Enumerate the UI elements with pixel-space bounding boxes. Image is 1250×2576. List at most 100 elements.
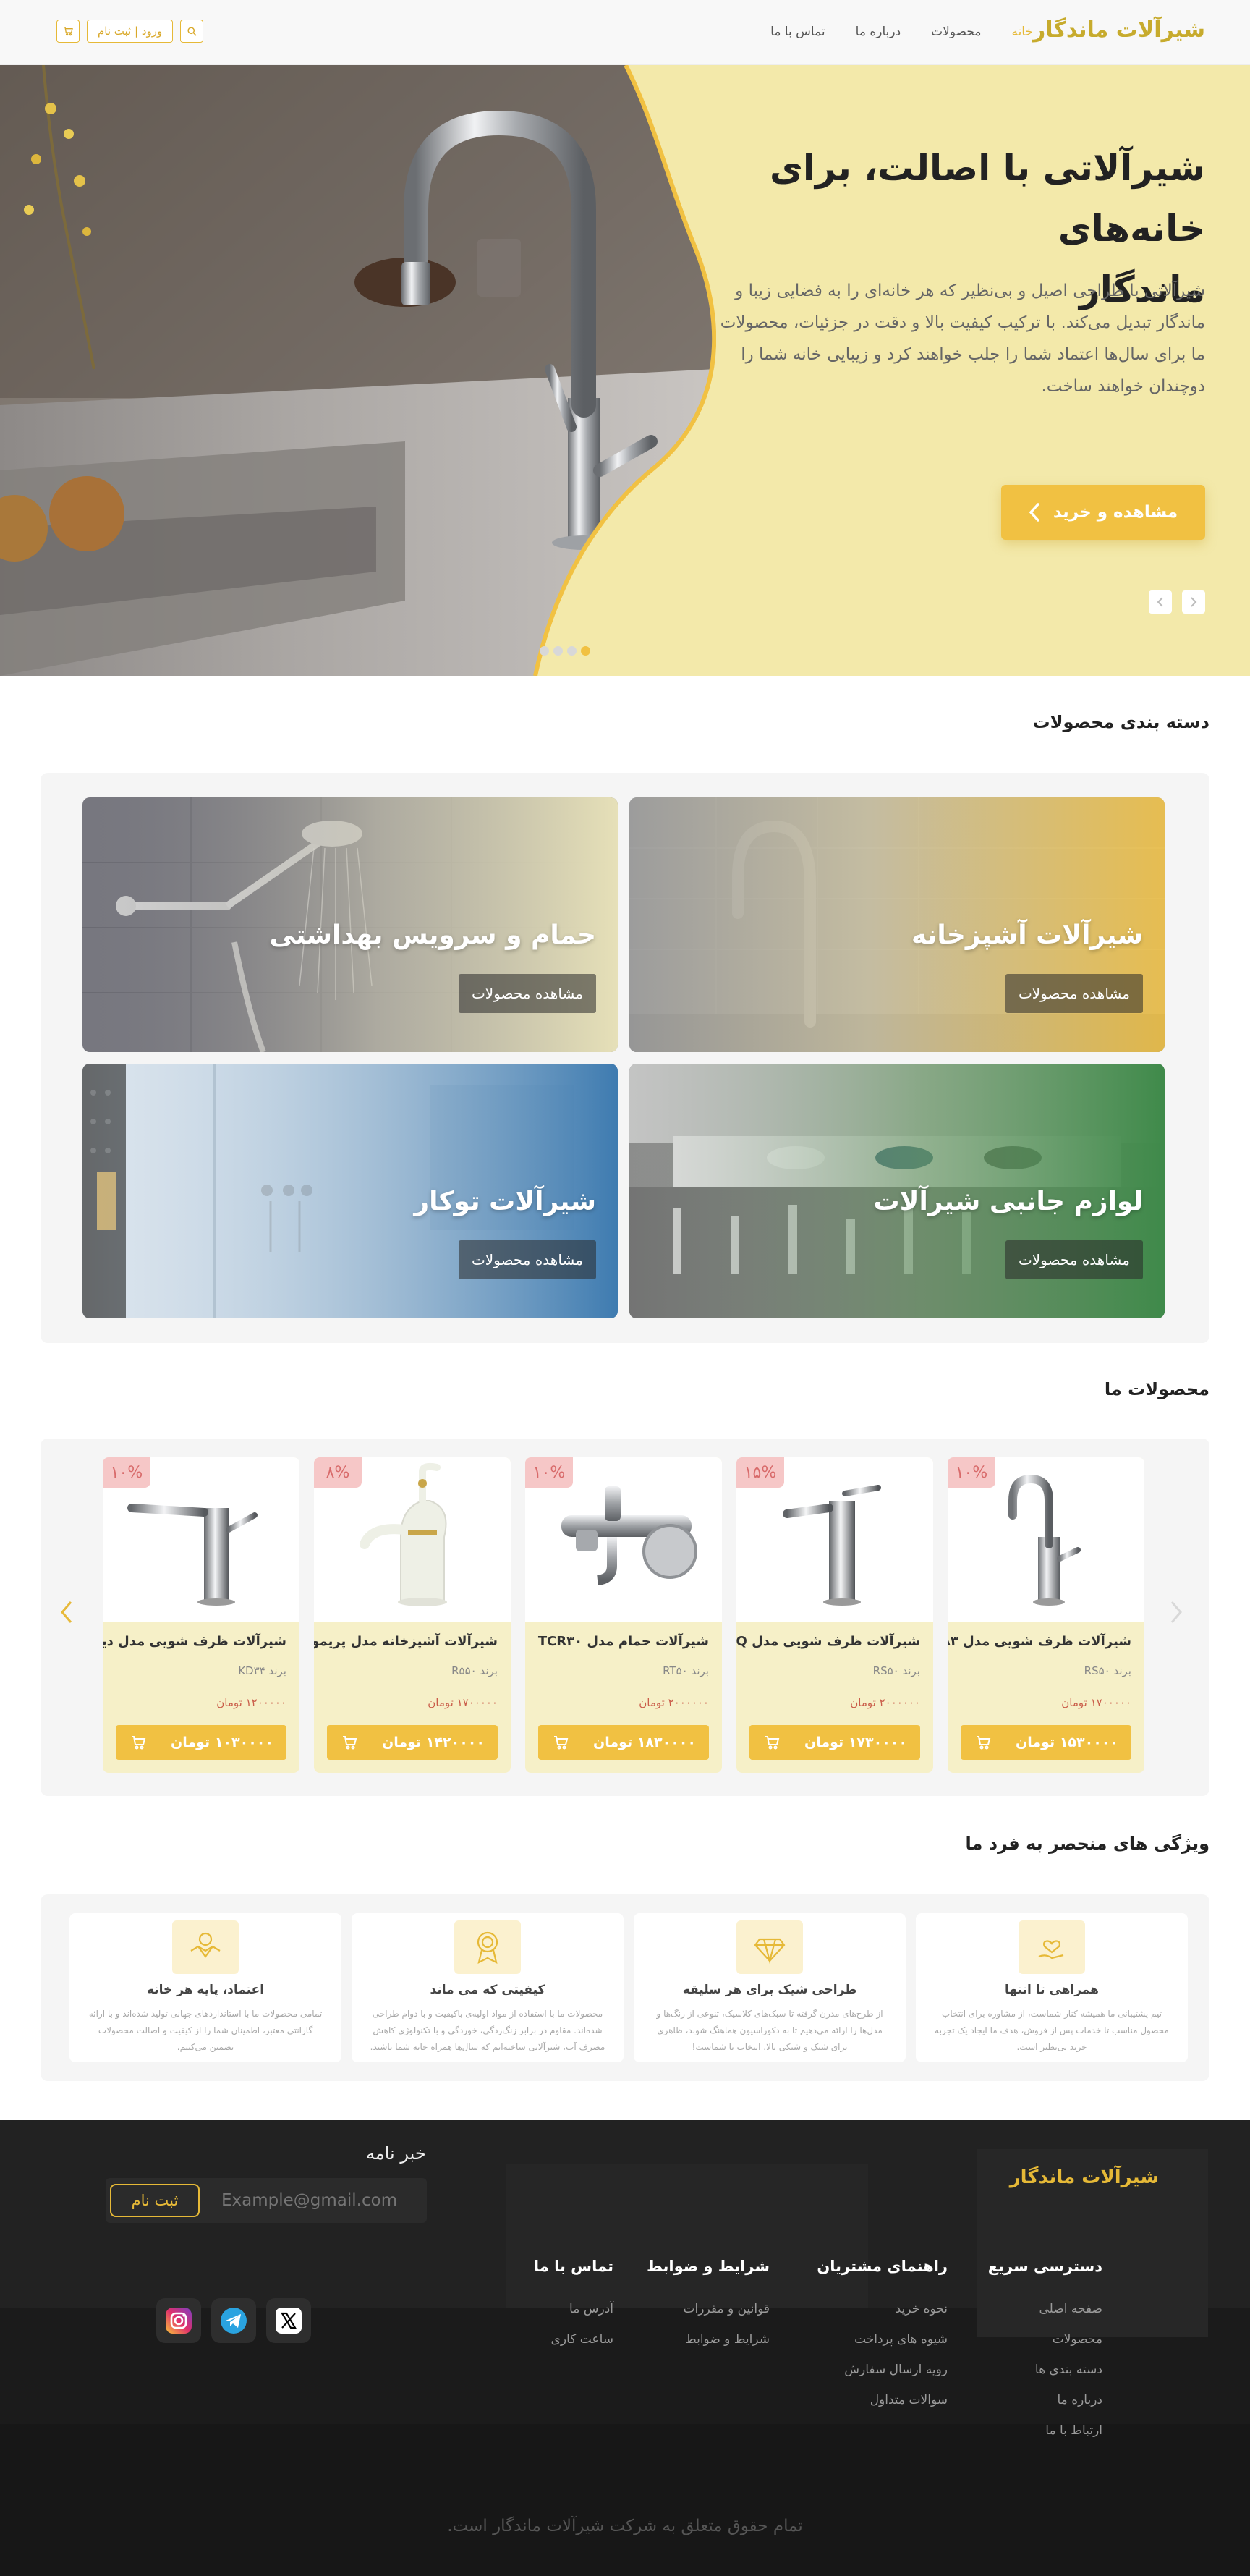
nav-about[interactable]: درباره ما (856, 25, 901, 39)
copyright-text: تمام حقوق متعلق به شرکت شیرآلات ماندگار … (447, 2517, 803, 2535)
footer-column-quick-access: دسترسی سریع صفحه اصلی محصولات دسته بندی … (988, 2258, 1102, 2446)
hero-prev-button[interactable] (1149, 590, 1172, 614)
hero-slider: شیرآلاتی با اصالت، برای خانه‌های ماندگار… (0, 65, 1250, 676)
footer-logo[interactable]: شیرآلات ماندگار (1010, 2166, 1159, 2188)
newsletter-email-input[interactable] (221, 2178, 417, 2223)
add-to-cart-button[interactable]: ۱۴۲۰۰۰۰ تومان (327, 1725, 498, 1760)
feature-text: از طرح‌های مدرن گرفته تا سبک‌های کلاسیک،… (656, 2009, 883, 2052)
x-link[interactable] (266, 2298, 311, 2343)
footer-link[interactable]: ارتباط با ما (988, 2415, 1102, 2446)
cart-icon (64, 27, 73, 36)
main-nav: خانه محصولات درباره ما تماس با ما (770, 25, 1033, 39)
category-card-bathroom[interactable]: حمام و سرویس بهداشتی مشاهده محصولات (82, 797, 618, 1052)
hero-cta-button[interactable]: مشاهده و خرید (1001, 485, 1205, 540)
hero-title-line1: شیرآلاتی با اصالت، برای خانه‌های (770, 147, 1205, 250)
add-to-cart-button[interactable]: ۱۰۳۰۰۰۰ تومان (116, 1725, 286, 1760)
product-name[interactable]: شیرآلات حمام مدل TCR۳۰ (538, 1634, 709, 1649)
footer-column-title: راهنمای مشتریان (817, 2258, 948, 2275)
products-prev-arrow[interactable] (59, 1599, 74, 1632)
footer-link[interactable]: دسته بندی ها (988, 2355, 1102, 2385)
discount-badge: ۱۰% (948, 1457, 995, 1488)
footer-link[interactable]: محصولات (988, 2324, 1102, 2355)
cart-button[interactable] (56, 20, 80, 43)
nav-home[interactable]: خانه (1011, 25, 1033, 39)
product-price: ۱۷۳۰۰۰۰ تومان (804, 1734, 907, 1750)
add-to-cart-button[interactable]: ۱۸۳۰۰۰۰ تومان (538, 1725, 709, 1760)
add-to-cart-button[interactable]: ۱۷۳۰۰۰۰ تومان (749, 1725, 920, 1760)
product-brand: برند R۵۵۰ (451, 1664, 498, 1677)
hero-dots (540, 646, 590, 656)
x-icon (276, 2308, 302, 2334)
hand-heart-icon (1038, 1940, 1064, 1959)
feature-text: تیم پشتیبانی ما همیشه کنار شماست، از مشا… (935, 2009, 1169, 2052)
add-to-cart-button[interactable]: ۱۵۳۰۰۰۰ تومان (961, 1725, 1131, 1760)
slide-dot-active[interactable] (581, 646, 590, 656)
product-name[interactable]: شیرآلات آشپزخانه مدل پریمو (314, 1634, 498, 1649)
product-name[interactable]: شیرآلات ظرف شویی مدل RQ (736, 1634, 920, 1649)
nav-contact[interactable]: تماس با ما (770, 25, 825, 39)
category-name: حمام و سرویس بهداشتی (269, 920, 596, 950)
categories-section: شیرآلات آشپزخانه مشاهده محصولات حمام و س… (41, 773, 1209, 1343)
feature-text: تمامی محصولات ما با استانداردهای جهانی ت… (88, 2009, 323, 2052)
footer-link[interactable]: درباره ما (988, 2385, 1103, 2415)
product-old-price: ۲۰۰۰۰۰۰ تومان (639, 1696, 709, 1709)
category-card-accessories[interactable]: لوازم جانبی شیرآلات مشاهده محصولات (629, 1064, 1165, 1318)
login-register-button[interactable]: ورود | ثبت نام (87, 20, 174, 43)
chevron-left-icon (61, 1601, 72, 1623)
newsletter-submit-button[interactable]: ثبت نام (110, 2184, 200, 2217)
award-icon (477, 1931, 498, 1965)
feature-icon-box (736, 1920, 803, 1974)
discount-badge: ۱۰% (103, 1457, 150, 1488)
footer-link[interactable]: سوالات متداول (817, 2385, 948, 2415)
site-logo[interactable]: شیرآلات ماندگار (1033, 17, 1205, 43)
product-name[interactable]: شیرآلات ظرف شویی مدل A۳ (948, 1634, 1131, 1649)
category-view-button[interactable]: مشاهده محصولات (458, 974, 596, 1013)
product-brand: برند KD۳۴ (238, 1664, 286, 1677)
categories-title: دسته بندی محصولات (1032, 712, 1210, 732)
search-icon (187, 26, 197, 36)
cart-icon (554, 1736, 569, 1750)
instagram-link[interactable] (156, 2298, 201, 2343)
slide-dot[interactable] (540, 646, 549, 656)
products-next-arrow[interactable] (1169, 1599, 1183, 1632)
feature-title: کیفیتی که می ماند (430, 1983, 545, 1997)
newsletter-form: ثبت نام (106, 2178, 427, 2223)
product-card[interactable]: ۸% شیرآلات آشپزخانه مدل پریمو برند R۵۵۰ … (314, 1457, 511, 1773)
footer-link[interactable]: نحوه خرید (817, 2294, 948, 2324)
nav-products[interactable]: محصولات (931, 25, 981, 39)
slide-dot[interactable] (553, 646, 563, 656)
hero-next-button[interactable] (1182, 590, 1205, 614)
category-card-concealed[interactable]: شیرآلات توکار مشاهده محصولات (82, 1064, 618, 1318)
category-card-kitchen[interactable]: شیرآلات آشپزخانه مشاهده محصولات (629, 797, 1165, 1052)
footer-link[interactable]: شرایط و ضوابط (647, 2324, 770, 2355)
footer-link[interactable]: شیوه های پرداخت (817, 2324, 948, 2355)
product-card[interactable]: ۱۰% شیرآلات ظرف شویی مدل A۳ برند RS۵۰ ۱۷… (948, 1457, 1144, 1773)
telegram-icon (221, 2308, 247, 2334)
instagram-icon (166, 2308, 192, 2334)
category-name: لوازم جانبی شیرآلات (873, 1187, 1143, 1216)
product-card[interactable]: ۱۵% شیرآلات ظرف شویی مدل RQ برند RS۵۰ ۲۰… (736, 1457, 933, 1773)
slide-dot[interactable] (567, 646, 577, 656)
telegram-link[interactable] (211, 2298, 256, 2343)
product-brand: برند RS۵۰ (872, 1664, 920, 1677)
category-name: شیرآلات آشپزخانه (911, 920, 1143, 950)
category-view-button[interactable]: مشاهده محصولات (1005, 1240, 1143, 1279)
category-view-button[interactable]: مشاهده محصولات (458, 1240, 596, 1279)
product-card[interactable]: ۱۰% شیرآلات ظرف شویی مدل دینو برند KD۳۴ … (103, 1457, 299, 1773)
newsletter-title: خبر نامه (366, 2143, 426, 2164)
product-card[interactable]: ۱۰% شیرآلات حمام مدل TCR۳۰ برند RT۵۰ ۲۰۰… (525, 1457, 722, 1773)
discount-badge: ۱۵% (736, 1457, 784, 1488)
hero-arrows (1149, 590, 1205, 614)
discount-badge: ۸% (314, 1457, 362, 1488)
product-price: ۱۸۳۰۰۰۰ تومان (593, 1734, 696, 1750)
footer-link[interactable]: صفحه اصلی (988, 2294, 1102, 2324)
product-name[interactable]: شیرآلات ظرف شویی مدل دینو (103, 1634, 286, 1649)
footer-column-title: دسترسی سریع (987, 2258, 1102, 2275)
footer-link[interactable]: قوانین و مقررات (647, 2294, 770, 2324)
search-button[interactable] (180, 20, 204, 43)
footer-link[interactable]: رویه ارسال سفارش (817, 2355, 948, 2385)
footer-link[interactable]: ساعت کاری (534, 2324, 613, 2355)
category-view-button[interactable]: مشاهده محصولات (1005, 974, 1143, 1013)
footer-link[interactable]: آدرس ما (534, 2294, 613, 2324)
product-old-price: ۱۷۰۰۰۰۰ تومان (428, 1696, 498, 1709)
